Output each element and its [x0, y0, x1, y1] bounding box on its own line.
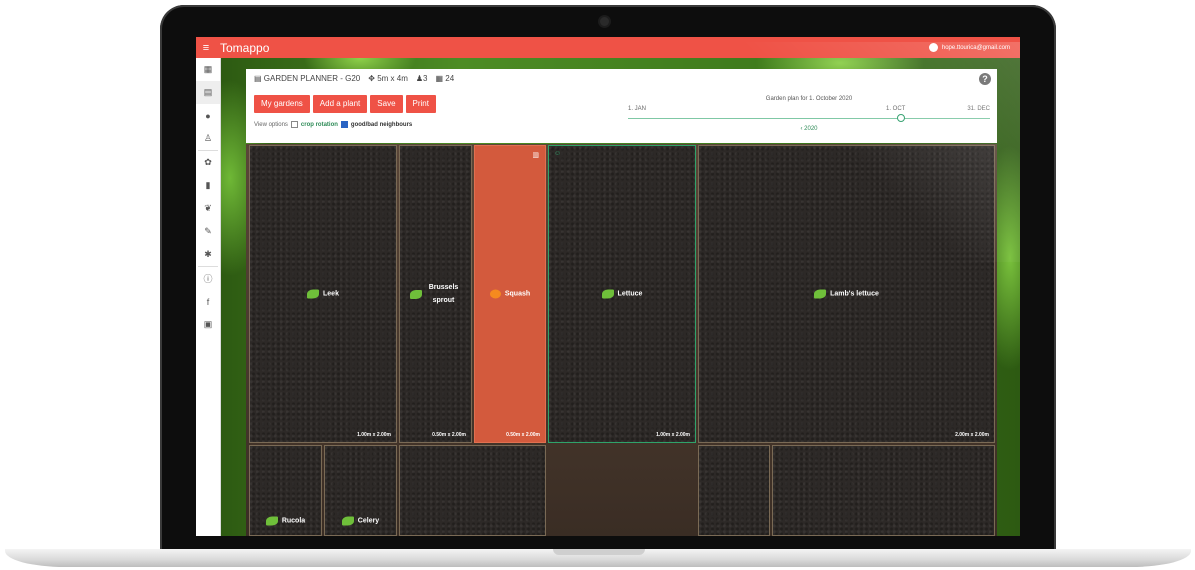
- timeline-slider[interactable]: [628, 118, 990, 119]
- timeline-current: 1. OCT: [886, 106, 906, 112]
- sprout-icon[interactable]: ❦: [196, 197, 220, 220]
- timeline-caption: Garden plan for 1. October 2020: [765, 96, 853, 102]
- print-button[interactable]: Print: [405, 95, 436, 113]
- garden-size: ✥ 5m x 4m: [368, 74, 408, 83]
- newsletter-icon[interactable]: ▣: [196, 313, 220, 336]
- facebook-icon[interactable]: f: [196, 290, 220, 313]
- year-selector[interactable]: ‹ 2020: [628, 126, 990, 132]
- toolbar: My gardens Add a plant Save Print: [254, 95, 436, 113]
- crop-rotation-checkbox[interactable]: [290, 121, 298, 128]
- planner-panel: ▤ GARDEN PLANNER - G20 ✥ 5m x 4m ♟3 ▦ 24…: [246, 69, 997, 143]
- camera-icon: [600, 17, 609, 26]
- info-icon[interactable]: ⓘ: [196, 267, 220, 290]
- syringe-icon[interactable]: ✎: [196, 220, 220, 243]
- plant-label: Celery: [325, 516, 396, 526]
- brussels-sprout-icon: [409, 289, 422, 299]
- garden-bed[interactable]: Brussels sprout 0.50m x 2.00m: [399, 145, 472, 443]
- calendar-icon[interactable]: ▦: [196, 58, 220, 81]
- garden-planner-title: ▤ GARDEN PLANNER - G20: [254, 74, 361, 83]
- neighbours-label[interactable]: good/bad neighbours: [351, 122, 412, 128]
- garden-bed[interactable]: Leek 1.00m x 2.00m: [249, 145, 397, 443]
- planner-title-row: ▤ GARDEN PLANNER - G20 ✥ 5m x 4m ♟3 ▦ 24: [254, 74, 454, 83]
- help-icon[interactable]: ?: [979, 73, 991, 85]
- beds-count: ▦ 24: [435, 74, 455, 83]
- people-count: ♟3: [415, 74, 428, 83]
- add-plant-button[interactable]: Add a plant: [312, 95, 368, 113]
- book-icon[interactable]: ▮: [196, 174, 220, 197]
- laptop-notch: [553, 549, 645, 555]
- lettuce-icon: [601, 289, 614, 299]
- view-options: View options crop rotation good/bad neig…: [254, 121, 412, 128]
- rucola-icon: [265, 516, 278, 526]
- bed-size: 1.00m x 2.00m: [357, 432, 391, 438]
- sidebar: ▦ ▤ ● ♙ ✿ ▮ ❦ ✎ ✱ ⓘ f ▣: [196, 58, 221, 536]
- menu-icon[interactable]: ≡: [196, 42, 216, 54]
- garden-bed[interactable]: [772, 445, 995, 536]
- user-email: hope.ttourica@gmail.com: [941, 44, 1010, 51]
- timeline-end: 31. DEC: [967, 106, 990, 112]
- timeline-slider-handle[interactable]: [896, 114, 905, 122]
- user-menu[interactable]: hope.ttourica@gmail.com: [928, 43, 1010, 52]
- bed-size: 0.50m x 2.00m: [506, 432, 540, 438]
- plant-label: Squash: [475, 289, 545, 299]
- garden-bed[interactable]: [698, 445, 770, 536]
- save-button[interactable]: Save: [370, 95, 403, 113]
- timeline: Garden plan for 1. October 2020 1. JAN 1…: [628, 96, 990, 136]
- bed-size: 2.00m x 2.00m: [955, 432, 989, 438]
- avatar: [928, 43, 938, 52]
- microscope-icon[interactable]: ♙: [196, 127, 220, 150]
- bed-size: 1.00m x 2.00m: [656, 432, 690, 438]
- timeline-start: 1. JAN: [628, 106, 647, 112]
- seedling-icon[interactable]: ✿: [196, 151, 220, 174]
- garden-bed[interactable]: Celery: [324, 445, 397, 536]
- garden-planner-icon[interactable]: ▤: [196, 81, 220, 104]
- plant-label: Brussels sprout: [400, 281, 471, 307]
- trash-icon[interactable]: ▥: [532, 151, 539, 159]
- plant-label: Lettuce: [549, 289, 695, 299]
- celery-icon: [341, 516, 354, 526]
- bed-size: 0.50m x 2.00m: [432, 432, 466, 438]
- garden-bed[interactable]: Lamb's lettuce 2.00m x 2.00m: [698, 145, 995, 443]
- garden-bed[interactable]: [399, 445, 546, 536]
- lambs-lettuce-icon: [814, 289, 827, 299]
- bug-icon[interactable]: ✱: [196, 243, 220, 266]
- plant-label: Rucola: [250, 516, 321, 526]
- view-options-label: View options: [254, 121, 288, 128]
- plant-label: Lamb's lettuce: [699, 289, 994, 299]
- garden-bed[interactable]: ☺ Lettuce 1.00m x 2.00m: [548, 145, 696, 443]
- garden-bed-selected[interactable]: ▥ Squash 0.50m x 2.00m: [474, 145, 546, 443]
- leek-icon: [307, 289, 320, 299]
- garden-bed[interactable]: Rucola: [249, 445, 322, 536]
- plant-label: Leek: [250, 289, 396, 299]
- crop-rotation-label[interactable]: crop rotation: [301, 122, 338, 128]
- screen: ≡ Tomappo hope.ttourica@gmail.com ▦ ▤ ● …: [196, 37, 1020, 536]
- good-neighbour-icon: ☺: [554, 150, 562, 157]
- chat-icon[interactable]: ●: [196, 104, 220, 127]
- my-gardens-button[interactable]: My gardens: [254, 95, 310, 113]
- top-bar: ≡ Tomappo hope.ttourica@gmail.com: [196, 37, 1020, 58]
- brand-name[interactable]: Tomappo: [220, 41, 269, 55]
- neighbours-checkbox[interactable]: [340, 121, 348, 128]
- squash-icon: [489, 289, 501, 299]
